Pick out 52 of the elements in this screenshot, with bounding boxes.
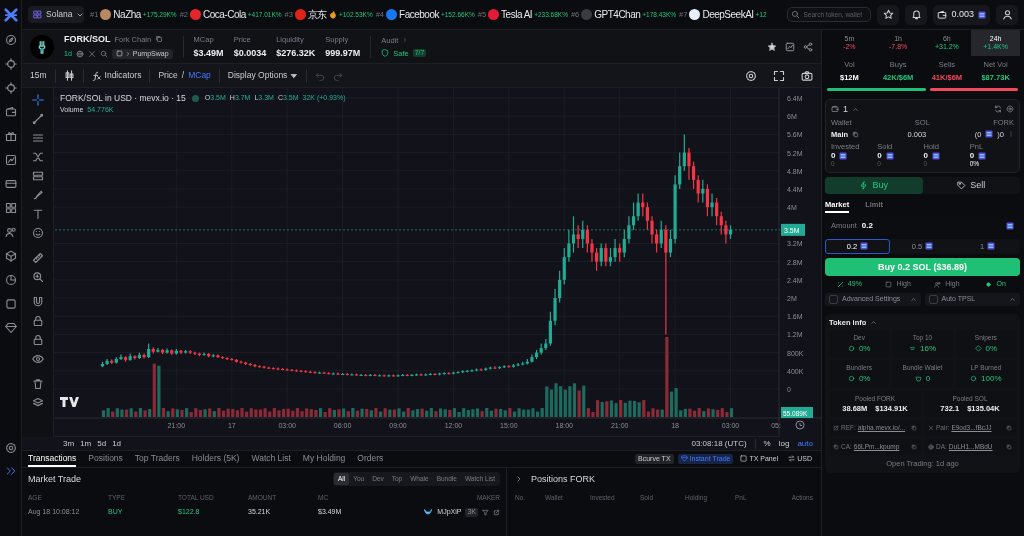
stat-value: 999.97M (325, 47, 361, 59)
amount-input[interactable]: 0.2 (861, 221, 1001, 231)
wallet-count[interactable]: 1 (843, 104, 848, 115)
stat-value: 0 (923, 150, 928, 161)
separator-text: / (181, 70, 185, 81)
panel-tab[interactable]: Holders (5K) (191, 450, 240, 468)
stat-value: $0.0034 (233, 47, 267, 59)
token-name[interactable]: 京东 (307, 8, 327, 21)
token-name[interactable]: GPT4Chan (594, 8, 641, 21)
panel-tab[interactable]: Transactions (28, 450, 77, 468)
metric-value: 0% (858, 373, 871, 384)
range-button[interactable]: 3m (63, 438, 75, 449)
range-button[interactable]: 5d (97, 438, 107, 449)
scale-option[interactable]: log (778, 438, 790, 449)
panel-tab[interactable]: Positions (88, 450, 123, 468)
pair-name: FORK/SOL (64, 33, 111, 45)
token-name[interactable]: NaZha (113, 8, 141, 21)
stat-value: 0 (969, 150, 975, 161)
metric-value: 0% (985, 343, 998, 354)
stat-value: 0 (831, 150, 836, 161)
metric-value: 0 (925, 373, 931, 384)
stat-value: $276.32K (276, 47, 316, 59)
metric-value: 16% (920, 343, 936, 354)
stat-value: 0 (877, 150, 882, 161)
display-options-button[interactable]: Display Options (227, 70, 299, 81)
scale-option[interactable]: auto (797, 438, 813, 449)
token-name[interactable]: Facebook (399, 8, 439, 21)
side-toggle[interactable]: Buy (825, 177, 923, 194)
price-mode-toggle[interactable]: MCap (188, 70, 211, 81)
network-selector[interactable]: Solana (28, 6, 84, 23)
wallet-button[interactable]: 0.003 (933, 4, 990, 25)
token-name[interactable]: Tesla AI (501, 8, 533, 21)
metric-value: 0% (858, 343, 871, 354)
panel-tab[interactable]: Orders (357, 450, 384, 468)
token-name[interactable]: DeepSeekAI (702, 8, 754, 21)
panel-tab[interactable]: Top Traders (134, 450, 180, 468)
stat-value: $3.49M (193, 47, 224, 59)
chart-title: FORK/SOL in USD · mevx.io · 15 (60, 93, 186, 104)
range-button[interactable]: 1m (80, 438, 92, 449)
clock-time: 03:08:18 (UTC) (691, 438, 747, 449)
indicators-button[interactable]: Indicators (91, 70, 142, 81)
side-toggle[interactable]: Sell (922, 177, 1020, 194)
section-title: Positions FORK (531, 473, 596, 485)
token-name[interactable]: Coca-Cola (203, 8, 246, 21)
interval-button[interactable]: 15m (30, 70, 47, 81)
panel-tab[interactable]: Watch List (251, 450, 291, 468)
section-title: Market Trade (28, 473, 82, 485)
price-mode-toggle[interactable]: Price (158, 70, 178, 81)
range-button[interactable]: 1d (112, 438, 122, 449)
scale-option[interactable]: % (763, 438, 771, 449)
panel-tab[interactable]: My Holding (302, 450, 346, 468)
metric-value: 100% (981, 373, 1002, 384)
